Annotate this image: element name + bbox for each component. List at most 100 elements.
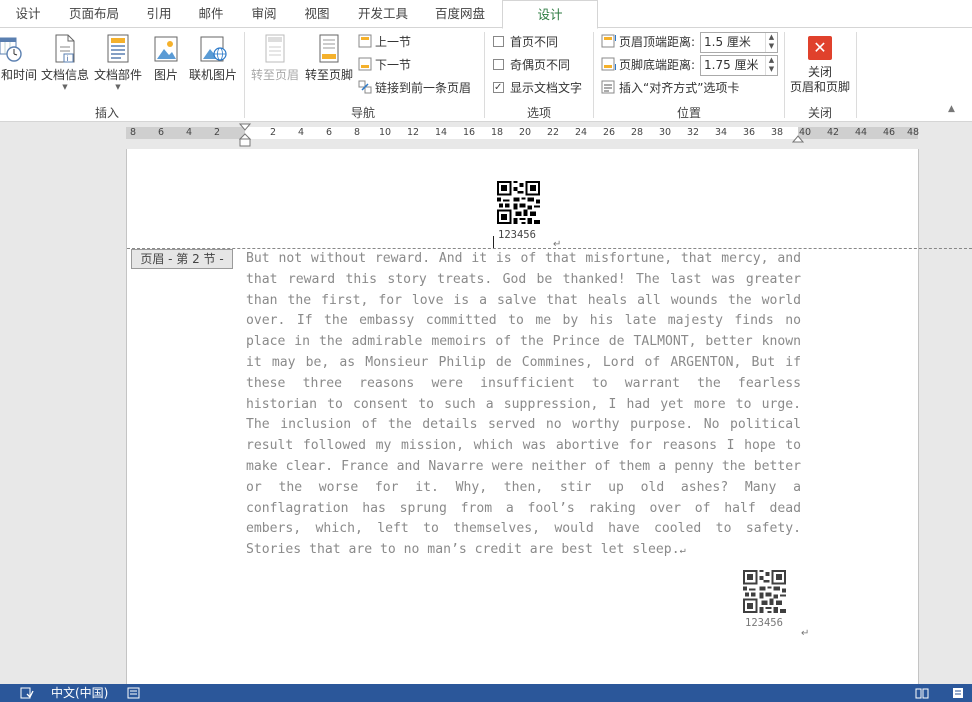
ruler-tick: 30: [658, 127, 672, 138]
paragraph-mark: ↵: [801, 628, 810, 639]
tab-mailings[interactable]: 邮件: [188, 0, 234, 28]
tab-design[interactable]: 设计: [4, 0, 52, 28]
goto-footer-icon: [319, 34, 339, 63]
next-section-button[interactable]: 下一节: [358, 56, 411, 74]
tab-review[interactable]: 审阅: [241, 0, 287, 28]
online-picture-label: 联机图片: [188, 68, 237, 82]
ruler-tick: 20: [518, 127, 532, 138]
ribbon: 和时间 i 文档信息 ▼ 文档部件 ▼ 图片 联机图片 插入 转至页眉 转至页脚…: [0, 28, 972, 122]
online-picture-icon: [200, 36, 227, 62]
group-divider: [593, 32, 594, 118]
ribbon-tab-bar: 设计 页面布局 引用 邮件 审阅 视图 开发工具 百度网盘 设计: [0, 0, 972, 29]
footer-from-bottom-spinner[interactable]: 1.75 厘米 ▲ ▼: [700, 55, 778, 76]
ruler-tick: 24: [574, 127, 588, 138]
ruler-tick: 2: [269, 127, 277, 138]
checkbox-box-checked: [493, 79, 504, 97]
right-indent-marker-icon[interactable]: [792, 133, 804, 143]
ruler-tick: 14: [434, 127, 448, 138]
document-info-icon: i: [55, 34, 75, 63]
picture-label: 图片: [153, 68, 178, 82]
macro-record-icon[interactable]: [127, 687, 140, 699]
doc-parts-label: 文档部件: [93, 68, 142, 82]
document-parts-icon: [107, 34, 129, 63]
goto-header-button[interactable]: 转至页眉: [248, 34, 302, 104]
ruler-tick: 8: [129, 127, 137, 138]
ruler-tick: 4: [297, 127, 305, 138]
ruler-tick: 22: [546, 127, 560, 138]
close-header-footer-button[interactable]: ✕ 关闭 页眉和页脚: [788, 36, 852, 98]
insert-align-tab-label: 插入“对齐方式”选项卡: [619, 81, 740, 95]
next-section-icon: [358, 57, 372, 71]
footer-from-bottom-label: 页脚底端距离:: [619, 58, 696, 72]
document-body-text[interactable]: But not without reward. And it is of tha…: [246, 249, 801, 562]
prev-section-label: 上一节: [375, 35, 412, 49]
document-page[interactable]: 123456 ↵ 页眉 - 第 2 节 - But not without re…: [126, 149, 972, 689]
paragraph-mark: ↵: [679, 545, 686, 557]
header-from-top-spinner[interactable]: 1.5 厘米 ▲ ▼: [700, 32, 778, 53]
text-cursor: [493, 236, 494, 248]
group-divider: [856, 32, 857, 118]
ruler-tick: 34: [714, 127, 728, 138]
ruler-tick: 28: [630, 127, 644, 138]
checkbox-box: [493, 36, 504, 47]
ruler-tick: 48: [906, 127, 920, 138]
show-doc-text-checkbox[interactable]: 显示文档文字: [493, 79, 582, 97]
tab-header-footer-design[interactable]: 设计: [502, 0, 598, 29]
online-picture-button[interactable]: 联机图片: [187, 34, 239, 104]
chevron-down-icon: ▼: [115, 83, 121, 91]
tab-developer[interactable]: 开发工具: [348, 0, 418, 28]
tab-view[interactable]: 视图: [294, 0, 340, 28]
picture-button[interactable]: 图片: [148, 34, 184, 104]
print-layout-icon[interactable]: [951, 687, 965, 699]
ruler-tick: 32: [686, 127, 700, 138]
collapse-ribbon-icon[interactable]: ▲: [948, 104, 955, 114]
ruler-tick: 18: [490, 127, 504, 138]
qr-code-icon: [497, 181, 540, 224]
tab-page-layout[interactable]: 页面布局: [58, 0, 130, 28]
header-from-top-label: 页眉顶端距离:: [619, 35, 696, 49]
ruler-tick: 8: [353, 127, 361, 138]
svg-text:i: i: [67, 55, 69, 63]
date-time-button[interactable]: 和时间: [0, 34, 38, 104]
link-previous-label: 链接到前一条页眉: [375, 81, 472, 95]
read-mode-icon[interactable]: [915, 687, 929, 699]
group-divider: [784, 32, 785, 118]
spinner-arrows-icon[interactable]: ▲ ▼: [765, 56, 777, 75]
tab-references[interactable]: 引用: [136, 0, 182, 28]
proofing-icon[interactable]: [20, 687, 34, 699]
prev-section-button[interactable]: 上一节: [358, 33, 411, 51]
first-page-diff-checkbox[interactable]: 首页不同: [493, 33, 558, 51]
goto-header-label: 转至页眉: [250, 68, 299, 82]
ruler-tick: 42: [826, 127, 840, 138]
footer-from-bottom-label-row: 页脚底端距离:: [601, 56, 695, 74]
next-section-label: 下一节: [375, 58, 412, 72]
align-tab-icon: [601, 80, 615, 94]
doc-parts-button[interactable]: 文档部件 ▼: [93, 34, 143, 104]
goto-header-icon: [265, 34, 285, 63]
goto-footer-button[interactable]: 转至页脚: [302, 34, 356, 104]
header-qr-caption: 123456: [498, 229, 536, 241]
odd-even-diff-label: 奇偶页不同: [510, 58, 571, 72]
insert-group-label: 插入: [94, 106, 119, 120]
doc-info-button[interactable]: i 文档信息 ▼: [40, 34, 90, 104]
link-previous-button[interactable]: 链接到前一条页眉: [358, 79, 471, 97]
group-divider: [484, 32, 485, 118]
footer-from-bottom-value: 1.75 厘米: [704, 58, 759, 72]
ruler-tick: 44: [854, 127, 868, 138]
footer-position-icon: [601, 57, 616, 71]
ruler-tick: 38: [770, 127, 784, 138]
show-doc-text-label: 显示文档文字: [510, 81, 583, 95]
language-indicator[interactable]: 中文(中国): [51, 684, 108, 702]
header-from-top-value: 1.5 厘米: [704, 35, 751, 49]
calendar-clock-icon: [0, 37, 22, 62]
checkbox-box: [493, 59, 504, 70]
options-group-label: 选项: [526, 106, 551, 120]
date-time-label: 和时间: [0, 68, 37, 82]
ruler-tick: 46: [882, 127, 896, 138]
link-icon: [358, 80, 372, 94]
spinner-arrows-icon[interactable]: ▲ ▼: [765, 33, 777, 52]
tab-baidu-netdisk[interactable]: 百度网盘: [424, 0, 496, 28]
indent-marker-icon[interactable]: [239, 123, 251, 149]
odd-even-diff-checkbox[interactable]: 奇偶页不同: [493, 56, 570, 74]
insert-align-tab-button[interactable]: 插入“对齐方式”选项卡: [601, 79, 739, 97]
